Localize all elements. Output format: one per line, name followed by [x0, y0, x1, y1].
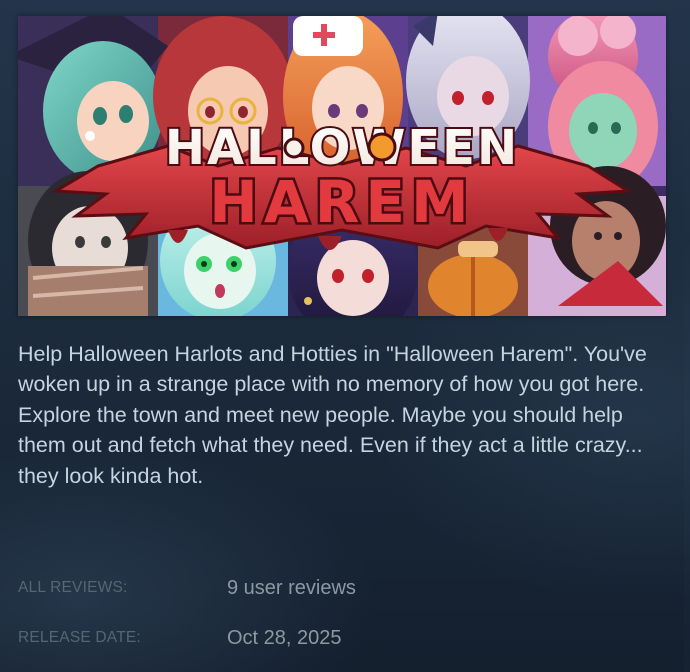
- all-reviews-summary-link[interactable]: 9 user reviews: [227, 573, 356, 603]
- all-reviews-row: ALL REVIEWS: 9 user reviews: [18, 573, 666, 603]
- all-reviews-label: ALL REVIEWS:: [18, 579, 128, 596]
- header-artwork: HALLOWEEN HAREM: [18, 16, 666, 316]
- game-description: Help Halloween Harlots and Hotties in "H…: [18, 342, 647, 488]
- release-date-value: Oct 28, 2025: [227, 627, 342, 649]
- logo-line2: HAREM: [209, 168, 474, 236]
- release-date-row: RELEASE DATE: Oct 28, 2025: [18, 623, 666, 653]
- game-header-image[interactable]: HALLOWEEN HAREM: [18, 16, 666, 316]
- release-date-label: RELEASE DATE:: [18, 629, 141, 646]
- game-info-panel: HALLOWEEN HAREM Help Halloween Harlots a…: [0, 0, 684, 672]
